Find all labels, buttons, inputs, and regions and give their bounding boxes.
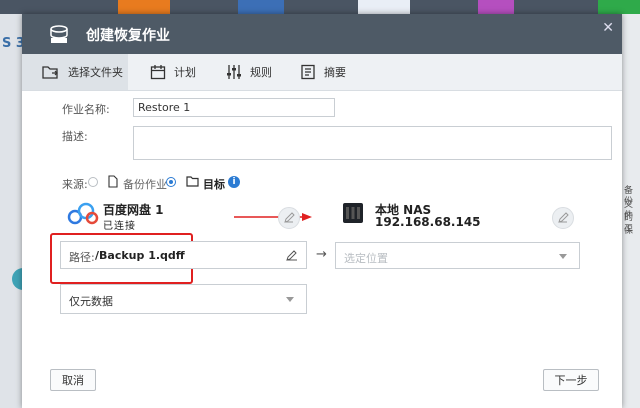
dialog-title: 创建恢复作业 [86,28,170,44]
source-label: 来源: [62,178,88,191]
restore-job-dialog: 创建恢复作业 ✕ 选择文件夹 计划 规则 摘要 作业名称: Restore 1 … [22,14,622,408]
calendar-icon [150,65,166,80]
step-label: 计划 [174,66,196,79]
step-rules[interactable]: 规则 [226,54,272,90]
desktop-taskbar [0,0,640,14]
path-field[interactable]: 路径: /Backup 1.qdff [60,241,307,269]
location-placeholder: 选定位置 [344,252,388,265]
background-panel-left [0,14,22,408]
restore-job-icon [50,25,68,43]
desktop-app-tile [358,0,410,14]
dialog-titlebar: 创建恢复作业 ✕ [22,14,622,54]
desktop-app-tile [238,0,284,14]
nas-device-icon [343,203,363,223]
document-icon [108,175,118,188]
sliders-icon [227,65,241,79]
annotation-arrow [234,213,312,221]
nas-ip: 192.168.68.145 [375,215,481,229]
info-icon[interactable]: i [228,176,240,188]
desktop-app-tile [598,0,640,14]
path-value: /Backup 1.qdff [95,249,185,262]
source-radio-disabled[interactable] [88,177,98,187]
folder-select-icon [42,66,58,79]
description-label: 描述: [62,130,88,143]
background-text: 保 [624,226,634,236]
edit-icon [284,212,295,223]
edit-destination-button[interactable] [552,207,574,229]
close-icon[interactable]: ✕ [602,20,614,36]
chevron-down-icon [286,297,294,302]
path-label: 路径: [69,251,95,264]
summary-icon [301,64,315,80]
step-summary[interactable]: 摘要 [300,54,346,90]
cancel-button[interactable]: 取消 [50,369,96,391]
desktop-app-tile [478,0,514,14]
step-label: 选择文件夹 [68,66,123,79]
cloud-name: 百度网盘 1 [103,203,164,217]
location-select[interactable]: 选定位置 [335,242,580,269]
step-label: 规则 [250,66,272,79]
edit-source-button[interactable] [278,207,300,229]
restore-mode-value: 仅元数据 [69,295,113,308]
job-name-input[interactable] [133,98,335,117]
desktop-app-tile [118,0,170,14]
baidu-cloud-logo-icon [67,202,99,225]
folder-icon [186,176,199,187]
arrow-right-icon: → [316,247,327,262]
restore-mode-select[interactable]: 仅元数据 [60,284,307,314]
step-schedule[interactable]: 计划 [150,54,196,90]
source-option-backup[interactable]: 备份作业 [123,176,167,192]
source-option-target[interactable]: 目标 [203,176,225,192]
description-textarea[interactable] [133,126,612,160]
chevron-down-icon [559,253,567,259]
source-radio-target[interactable] [166,177,176,187]
cloud-account: 已连接 [103,221,136,232]
step-label: 摘要 [324,66,346,79]
job-name-label: 作业名称: [62,103,110,116]
edit-icon [558,212,569,223]
edit-path-icon[interactable] [286,249,298,261]
step-select-folder[interactable]: 选择文件夹 [22,54,128,90]
wizard-steps: 选择文件夹 计划 规则 摘要 [22,54,622,91]
next-button[interactable]: 下一步 [543,369,599,391]
